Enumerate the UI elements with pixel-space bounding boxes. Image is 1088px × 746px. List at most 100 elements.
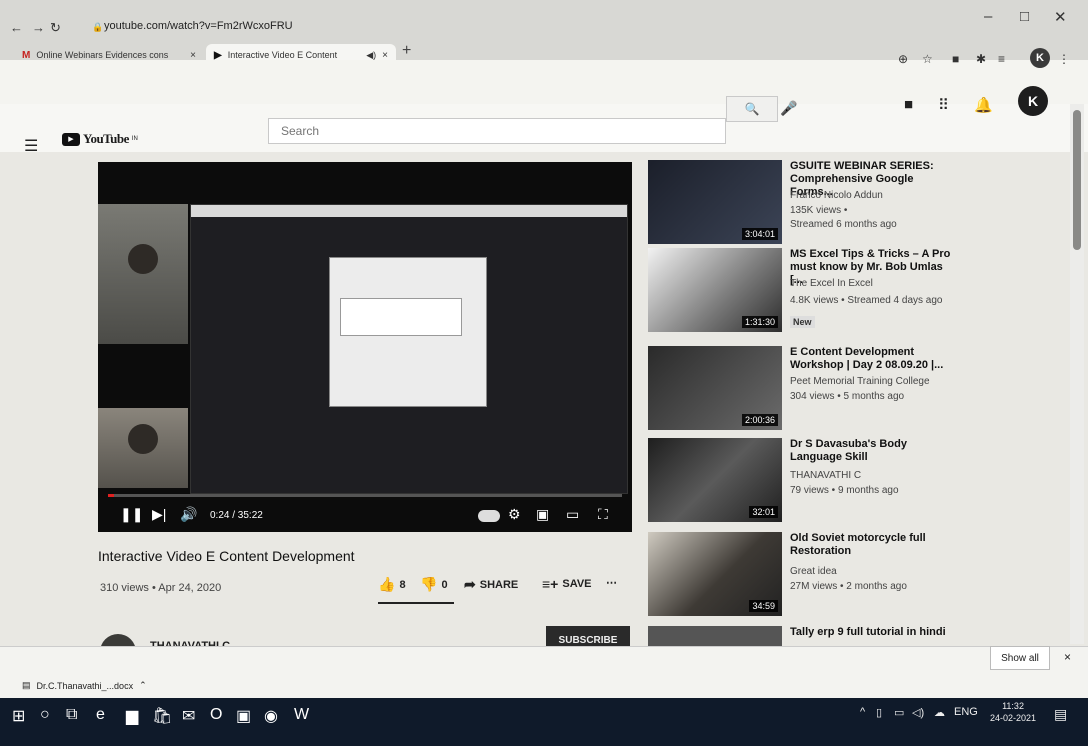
recommendation-meta: 135K views •	[790, 205, 848, 216]
volume-icon[interactable]: 🔊	[180, 506, 197, 523]
playlist-add-icon: ≡+	[542, 576, 559, 592]
shared-dialog-textbox	[340, 298, 462, 336]
recommendation-item[interactable]: 32:01 Dr S Davasuba's Body Language Skil…	[648, 438, 958, 528]
theater-icon[interactable]: ▭	[566, 506, 579, 523]
window-close-icon[interactable]: ✕	[1054, 8, 1067, 26]
participant-tile	[98, 204, 188, 344]
download-bar-close-icon[interactable]: ×	[1064, 650, 1071, 664]
video-thumbnail[interactable]	[648, 626, 782, 646]
recommendation-channel[interactable]: Peet Memorial Training College	[790, 376, 930, 387]
video-title: Interactive Video E Content Development	[98, 548, 355, 564]
recommendation-channel[interactable]: Great idea	[790, 566, 837, 577]
recommendation-item[interactable]: 3:04:01 GSUITE WEBINAR SERIES: Comprehen…	[648, 160, 958, 250]
bookmark-star-icon[interactable]: ☆	[922, 52, 933, 66]
logo-country: IN	[131, 136, 138, 142]
apps-grid-icon[interactable]: ⠿	[938, 96, 949, 114]
url-field[interactable]: youtube.com/watch?v=Fm2rWcxoFRU	[104, 20, 293, 32]
mail-icon[interactable]: ✉	[182, 706, 195, 726]
video-thumbnail[interactable]: 34:59	[648, 532, 782, 616]
search-taskbar-icon[interactable]: ○	[40, 706, 50, 724]
download-item[interactable]: ▤ Dr.C.Thanavathi_...docx ⌃	[22, 680, 147, 691]
miniplayer-icon[interactable]: ▣	[536, 506, 549, 523]
windows-start-icon[interactable]: ⊞	[12, 706, 25, 726]
video-thumbnail[interactable]: 3:04:01	[648, 160, 782, 244]
recommendation-title[interactable]: E Content Development Workshop | Day 2 0…	[790, 346, 958, 372]
store-icon[interactable]: 🛍	[152, 706, 172, 726]
puzzle-icon[interactable]: ✱	[976, 52, 986, 66]
network-icon[interactable]: ▭	[894, 706, 904, 719]
onedrive-icon[interactable]: ☁	[934, 706, 945, 719]
taskbar-clock[interactable]: 11:32 24-02-2021	[990, 700, 1036, 724]
youtube-logo[interactable]: ▶ YouTube IN	[62, 131, 138, 147]
page-scrollbar[interactable]	[1070, 104, 1084, 644]
volume-tray-icon[interactable]: ◁)	[912, 706, 924, 719]
create-video-icon[interactable]: ■	[904, 96, 913, 113]
chrome-icon[interactable]: ◉	[264, 706, 278, 726]
recommendation-item[interactable]: 34:59 Old Soviet motorcycle full Restora…	[648, 532, 958, 622]
search-button[interactable]: 🔍	[726, 96, 778, 122]
recommendation-item[interactable]: Tally erp 9 full tutorial in hindi	[648, 626, 958, 646]
back-icon[interactable]: ←	[10, 20, 23, 35]
fullscreen-icon[interactable]: ⛶	[598, 506, 608, 523]
scrollbar-thumb[interactable]	[1073, 110, 1081, 250]
action-center-icon[interactable]: ▤	[1054, 706, 1067, 723]
minimize-icon[interactable]: –	[984, 8, 992, 25]
menu-icon[interactable]: ☰	[24, 136, 38, 156]
progress-bar[interactable]	[108, 494, 622, 497]
recommendation-channel[interactable]: THANAVATHI C	[790, 470, 861, 481]
autoplay-toggle[interactable]	[478, 510, 500, 522]
video-thumbnail[interactable]: 32:01	[648, 438, 782, 522]
task-view-icon[interactable]: ⧉	[66, 706, 77, 724]
battery-icon[interactable]: ▯	[876, 706, 882, 719]
reading-list-icon[interactable]: ≡	[998, 52, 1005, 66]
recommendation-title[interactable]: Tally erp 9 full tutorial in hindi	[790, 626, 958, 639]
recommendation-title[interactable]: Dr S Davasuba's Body Language Skill	[790, 438, 958, 464]
like-button[interactable]: 👍 8	[378, 576, 406, 593]
settings-icon[interactable]: ⚙	[508, 506, 521, 523]
recommendation-item[interactable]: 2:00:36 E Content Development Workshop |…	[648, 346, 958, 436]
audio-icon[interactable]: ◀)	[366, 50, 376, 61]
edge-icon[interactable]: e	[96, 706, 105, 724]
cast-icon[interactable]: ⊕	[898, 52, 908, 66]
pause-icon[interactable]: ❚❚	[120, 506, 143, 523]
more-actions-button[interactable]: ⋯	[606, 576, 617, 589]
thumbs-up-icon: 👍	[378, 576, 396, 592]
recommendation-item[interactable]: 1:31:30 MS Excel Tips & Tricks – A Pro m…	[648, 248, 958, 338]
logo-text: YouTube	[83, 131, 129, 146]
word-icon[interactable]: W	[294, 706, 309, 724]
lock-icon[interactable]: 🔒	[92, 22, 103, 33]
chevron-up-icon[interactable]: ⌃	[139, 680, 147, 691]
video-duration: 32:01	[749, 506, 778, 518]
maximize-icon[interactable]: □	[1020, 8, 1029, 25]
forward-icon[interactable]: →	[32, 20, 45, 35]
video-player[interactable]: ❚❚ ▶| 🔊 0:24 / 35:22 ⚙ ▣ ▭ ⛶	[98, 162, 632, 532]
next-icon[interactable]: ▶|	[152, 506, 166, 523]
dislike-button[interactable]: 👎 0	[420, 576, 448, 593]
opera-icon[interactable]: O	[210, 706, 222, 724]
save-button[interactable]: ≡+ SAVE	[542, 576, 592, 592]
recommendation-title[interactable]: Old Soviet motorcycle full Restoration	[790, 532, 958, 558]
language-indicator[interactable]: ENG	[954, 706, 978, 718]
search-input[interactable]	[268, 118, 726, 144]
recommendation-channel[interactable]: Franco Nicolo Addun	[790, 190, 883, 201]
video-thumbnail[interactable]: 2:00:36	[648, 346, 782, 430]
reload-icon[interactable]: ↻	[50, 20, 61, 36]
browser-menu-icon[interactable]: ⋮	[1058, 52, 1070, 66]
tab-close-icon[interactable]: ×	[190, 50, 196, 61]
new-tab-button[interactable]: +	[402, 42, 411, 60]
video-thumbnail[interactable]: 1:31:30	[648, 248, 782, 332]
mic-icon[interactable]: 🎤	[780, 100, 797, 117]
file-explorer-icon[interactable]: ▆	[126, 706, 138, 726]
show-all-button[interactable]: Show all	[990, 646, 1050, 670]
outlook-icon[interactable]: ▣	[236, 706, 251, 726]
notifications-icon[interactable]: 🔔	[974, 96, 993, 114]
browser-profile-avatar[interactable]: K	[1030, 48, 1050, 68]
shared-screen-menubar	[191, 205, 627, 217]
tray-chevron-icon[interactable]: ^	[860, 706, 865, 718]
extension-icon[interactable]: ■	[952, 52, 959, 66]
tab-close-icon[interactable]: ×	[382, 50, 388, 61]
account-avatar[interactable]: K	[1018, 86, 1048, 116]
share-button[interactable]: ➦ SHARE	[464, 576, 518, 593]
thumbs-down-icon: 👎	[420, 576, 438, 592]
recommendation-channel[interactable]: The Excel In Excel	[790, 278, 873, 289]
